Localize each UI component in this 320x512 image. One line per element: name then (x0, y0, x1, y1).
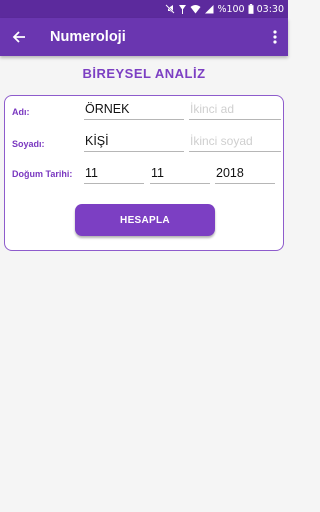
clock: 03:30 (256, 3, 284, 15)
second-surname-field[interactable]: İkinci soyad (189, 130, 281, 152)
signal-icon (178, 4, 187, 14)
cellular-icon (204, 4, 214, 14)
calculate-button[interactable]: HESAPLA (75, 204, 215, 236)
birth-month-field[interactable]: 11 (150, 162, 210, 184)
silent-icon (165, 4, 176, 14)
app-bar: Numeroloji (0, 18, 288, 56)
surname-field[interactable]: KİŞİ (84, 130, 184, 152)
name-field[interactable]: ÖRNEK (84, 98, 184, 120)
back-arrow-icon (12, 31, 25, 43)
more-vert-icon (273, 30, 277, 44)
wifi-icon (190, 4, 201, 14)
battery-percentage: %100 (217, 3, 245, 15)
birth-day-field[interactable]: 11 (84, 162, 144, 184)
name-label: Adı: (12, 107, 30, 117)
app-title: Numeroloji (50, 29, 126, 45)
analysis-form-card: Adı: ÖRNEK İkinci ad Soyadı: KİŞİ İkinci… (4, 95, 284, 251)
birth-year-field[interactable]: 2018 (215, 162, 275, 184)
battery-icon (248, 4, 254, 14)
second-name-field[interactable]: İkinci ad (189, 98, 281, 120)
surname-label: Soyadı: (12, 139, 45, 149)
status-bar: %100 03:30 (0, 0, 288, 18)
back-button[interactable] (0, 18, 38, 56)
overflow-menu-button[interactable] (262, 18, 288, 56)
birth-date-label: Doğum Tarihi: (12, 169, 73, 179)
page-title: BİREYSEL ANALİZ (82, 66, 206, 81)
